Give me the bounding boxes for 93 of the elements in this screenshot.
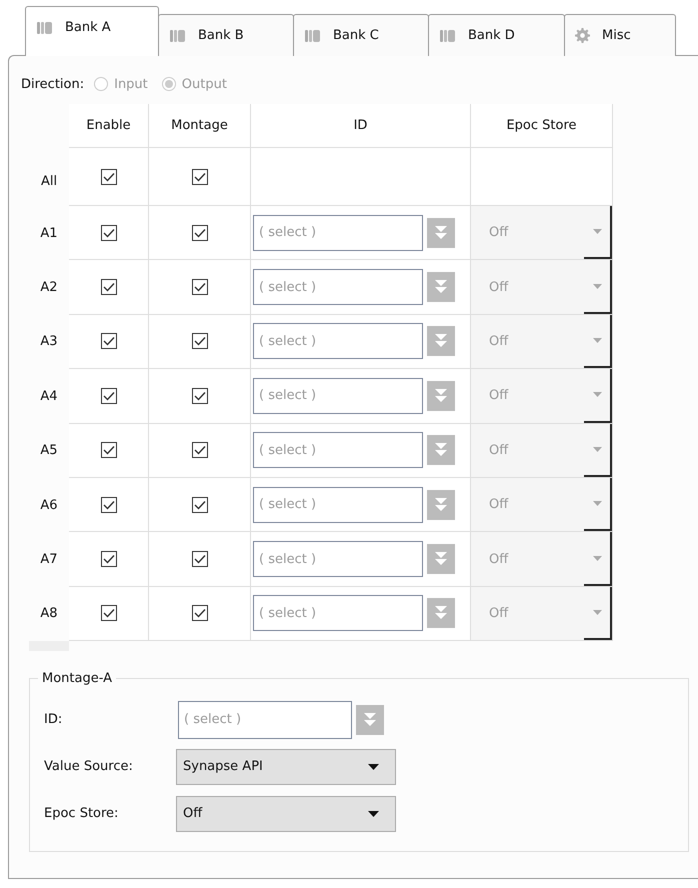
dropdown-value: Off bbox=[489, 280, 508, 295]
checkbox[interactable] bbox=[192, 224, 208, 241]
tab[interactable]: Bank B bbox=[158, 14, 294, 56]
direction-label: Direction: bbox=[21, 76, 84, 92]
dropdown-button[interactable] bbox=[584, 532, 612, 586]
caret-icon bbox=[368, 764, 379, 770]
row-header: A1 bbox=[40, 226, 58, 241]
dropdown-button[interactable] bbox=[584, 369, 612, 423]
row-header: A2 bbox=[40, 280, 58, 296]
input-field[interactable]: ( select ) bbox=[253, 323, 423, 360]
checkbox[interactable] bbox=[192, 496, 208, 513]
checkbox[interactable] bbox=[100, 388, 116, 404]
caret-icon bbox=[592, 610, 602, 615]
caret-icon bbox=[592, 338, 602, 343]
row-header: A5 bbox=[40, 443, 58, 458]
checkbox[interactable] bbox=[192, 551, 208, 568]
input-field[interactable]: ( select ) bbox=[253, 432, 423, 468]
input-field[interactable]: ( select ) bbox=[253, 378, 423, 414]
column-header: Epoc Store bbox=[506, 118, 577, 133]
dropdown-value: Off bbox=[489, 497, 508, 512]
checkbox[interactable] bbox=[192, 442, 208, 458]
checkbox[interactable] bbox=[100, 496, 116, 513]
column-header: Enable bbox=[86, 118, 131, 133]
group-title: Montage-A bbox=[41, 671, 114, 686]
dropdown-value: Off bbox=[489, 442, 508, 458]
double-chevron-icon bbox=[433, 551, 449, 568]
row-header: A7 bbox=[40, 552, 58, 568]
dropdown-button[interactable] bbox=[584, 260, 612, 314]
dropdown-value: Off bbox=[489, 388, 508, 404]
checkbox[interactable] bbox=[100, 605, 116, 622]
checkbox[interactable] bbox=[100, 168, 116, 184]
dropdown-value: Off bbox=[489, 606, 508, 621]
checkbox[interactable] bbox=[192, 333, 208, 350]
dropdown-button[interactable] bbox=[584, 424, 612, 477]
field-label: Epoc Store: bbox=[44, 806, 120, 822]
dropdown-button[interactable] bbox=[584, 586, 612, 640]
caret-icon bbox=[592, 556, 602, 561]
dropdown-value: Off bbox=[489, 552, 508, 567]
row-header: A4 bbox=[40, 388, 58, 404]
tab[interactable]: Misc bbox=[564, 14, 676, 56]
double-chevron-icon bbox=[433, 496, 449, 513]
row-header: A6 bbox=[40, 498, 58, 513]
double-chevron-icon bbox=[433, 333, 449, 350]
caret-icon bbox=[592, 284, 602, 289]
dropdown[interactable]: Off bbox=[176, 796, 396, 832]
tab[interactable]: Bank C bbox=[293, 14, 429, 56]
caret-icon bbox=[592, 501, 602, 506]
double-chevron-icon bbox=[362, 712, 378, 728]
dropdown-button[interactable] bbox=[584, 314, 612, 368]
checkbox[interactable] bbox=[100, 442, 116, 458]
input-field[interactable]: ( select ) bbox=[253, 595, 423, 632]
double-chevron-icon bbox=[433, 224, 449, 241]
dropdown-value: Off bbox=[489, 334, 508, 349]
row-header: All bbox=[40, 174, 58, 188]
dropdown-button[interactable] bbox=[584, 206, 612, 260]
checkbox[interactable] bbox=[100, 224, 116, 241]
checkbox[interactable] bbox=[100, 279, 116, 296]
connector-icon bbox=[439, 28, 456, 42]
double-chevron-icon bbox=[433, 388, 449, 404]
scrollbar[interactable] bbox=[29, 641, 69, 652]
column-header: ID bbox=[354, 118, 368, 133]
connector-icon bbox=[36, 20, 53, 34]
row-header: A3 bbox=[40, 334, 58, 350]
input-field[interactable]: ( select ) bbox=[178, 700, 352, 739]
field-label: ID: bbox=[44, 712, 64, 728]
gear-icon bbox=[575, 28, 590, 43]
dropdown[interactable]: Synapse API bbox=[176, 748, 396, 785]
checkbox[interactable] bbox=[192, 605, 208, 622]
tab[interactable]: Bank A bbox=[25, 6, 159, 56]
connector-icon bbox=[304, 28, 321, 42]
input-field[interactable]: ( select ) bbox=[253, 541, 423, 578]
checkbox[interactable] bbox=[100, 333, 116, 350]
checkbox[interactable] bbox=[192, 279, 208, 296]
dropdown-value: Off bbox=[489, 225, 508, 240]
double-chevron-icon bbox=[433, 605, 449, 622]
double-chevron-icon bbox=[433, 442, 449, 458]
input-field[interactable]: ( select ) bbox=[253, 269, 423, 306]
double-chevron-icon bbox=[433, 279, 449, 296]
checkbox[interactable] bbox=[192, 168, 208, 184]
caret-icon bbox=[592, 392, 602, 398]
tab[interactable]: Bank D bbox=[428, 14, 565, 56]
input-field[interactable]: ( select ) bbox=[253, 486, 423, 523]
dropdown-button[interactable] bbox=[584, 478, 612, 532]
caret-icon bbox=[592, 229, 602, 234]
input-field[interactable]: ( select ) bbox=[253, 214, 423, 251]
checkbox[interactable] bbox=[100, 551, 116, 568]
caret-icon bbox=[592, 446, 602, 452]
checkbox[interactable] bbox=[192, 388, 208, 404]
caret-icon bbox=[368, 810, 379, 817]
column-header: Montage bbox=[171, 118, 228, 133]
connector-icon bbox=[169, 28, 186, 42]
field-label: Value Source: bbox=[44, 759, 134, 774]
row-header: A8 bbox=[40, 606, 58, 622]
